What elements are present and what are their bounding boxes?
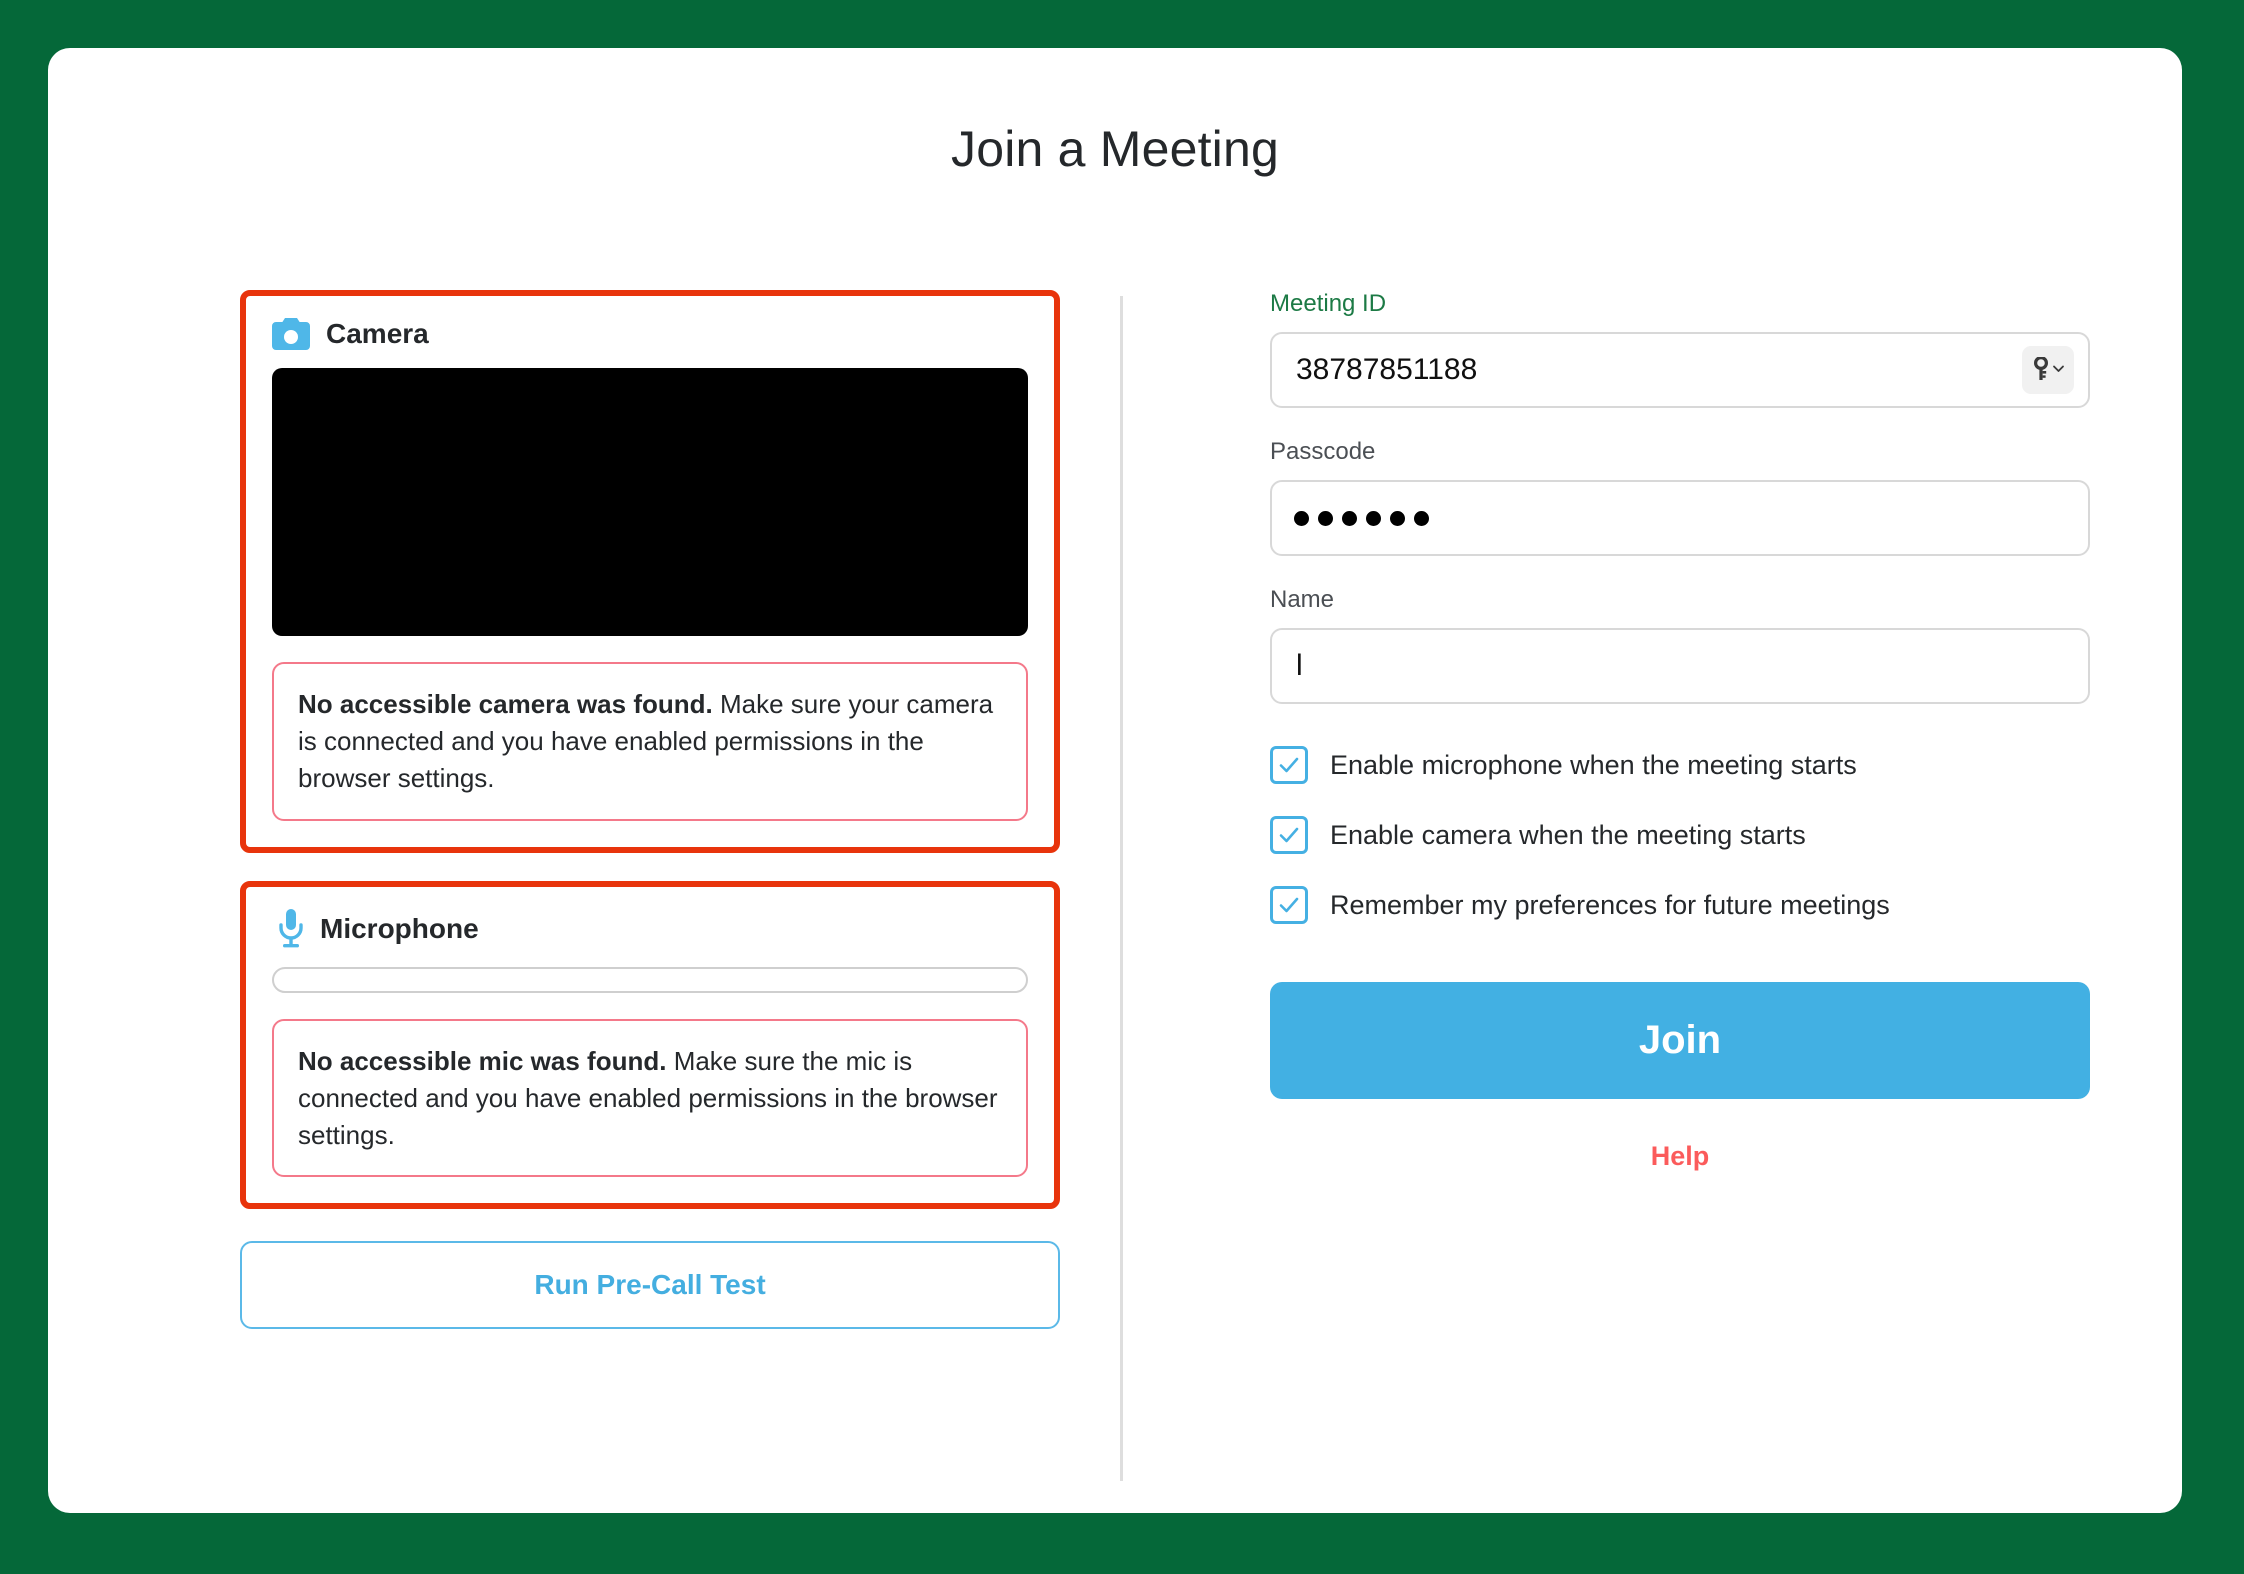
passcode-masked-dots xyxy=(1294,480,1429,556)
checkbox-enable-microphone[interactable] xyxy=(1270,746,1308,784)
join-form-column: Meeting ID 38787851188 Passcode Name l E… xyxy=(1270,290,2090,1172)
chevron-down-icon xyxy=(2052,362,2065,378)
meeting-id-label: Meeting ID xyxy=(1270,290,1387,317)
join-meeting-card: Join a Meeting Camera No accessible came… xyxy=(48,48,2182,1513)
microphone-error-alert: No accessible mic was found. Make sure t… xyxy=(272,1018,1028,1178)
microphone-label: Microphone xyxy=(320,912,479,944)
camera-error-strong: No accessible camera was found. xyxy=(298,689,713,719)
check-icon xyxy=(1279,827,1299,843)
key-icon xyxy=(2032,355,2050,384)
page-title: Join a Meeting xyxy=(951,121,1279,177)
name-label: Name xyxy=(1270,586,1335,613)
password-manager-key-button[interactable] xyxy=(2022,346,2074,394)
preferences-checkbox-group: Enable microphone when the meeting start… xyxy=(1270,746,2090,924)
help-link[interactable]: Help xyxy=(1270,1141,2090,1172)
checkbox-label-enable-microphone: Enable microphone when the meeting start… xyxy=(1330,749,1857,780)
check-icon xyxy=(1279,897,1299,913)
app-root: Join a Meeting Camera No accessible came… xyxy=(0,0,2244,1574)
check-icon xyxy=(1279,757,1299,773)
camera-error-alert: No accessible camera was found. Make sur… xyxy=(272,662,1028,821)
checkbox-label-remember-preferences: Remember my preferences for future meeti… xyxy=(1330,889,1890,920)
camera-label: Camera xyxy=(326,318,429,349)
passcode-label: Passcode xyxy=(1270,438,1376,465)
column-divider xyxy=(1120,296,1123,1481)
meeting-id-input[interactable] xyxy=(1270,332,2090,408)
checkbox-row-enable-microphone[interactable]: Enable microphone when the meeting start… xyxy=(1270,746,2090,784)
checkbox-row-enable-camera[interactable]: Enable camera when the meeting starts xyxy=(1270,816,2090,854)
name-input[interactable] xyxy=(1270,628,2090,704)
checkbox-row-remember-preferences[interactable]: Remember my preferences for future meeti… xyxy=(1270,886,2090,924)
passcode-field-group: Passcode xyxy=(1270,438,2090,556)
camera-section: Camera No accessible camera was found. M… xyxy=(240,290,1060,853)
microphone-level-meter xyxy=(272,966,1028,993)
join-button[interactable]: Join xyxy=(1270,982,2090,1099)
checkbox-remember-preferences[interactable] xyxy=(1270,886,1308,924)
microphone-header: Microphone xyxy=(272,908,1028,949)
microphone-error-strong: No accessible mic was found. xyxy=(298,1045,667,1076)
run-precall-test-button[interactable]: Run Pre-Call Test xyxy=(240,1241,1060,1330)
camera-header: Camera xyxy=(272,318,1028,350)
device-preview-column: Camera No accessible camera was found. M… xyxy=(240,290,1060,1330)
checkbox-enable-camera[interactable] xyxy=(1270,816,1308,854)
name-field-group: Name xyxy=(1270,586,2090,704)
camera-preview xyxy=(272,368,1028,636)
name-input-wrap xyxy=(1270,628,2090,704)
checkbox-label-enable-camera: Enable camera when the meeting starts xyxy=(1330,819,1806,850)
meeting-id-field-group: Meeting ID xyxy=(1270,290,2090,408)
microphone-icon xyxy=(272,908,304,949)
camera-icon xyxy=(272,318,310,350)
passcode-input-wrap xyxy=(1270,480,2090,556)
microphone-section: Microphone No accessible mic was found. … xyxy=(240,880,1060,1210)
meeting-id-input-wrap xyxy=(1270,332,2090,408)
